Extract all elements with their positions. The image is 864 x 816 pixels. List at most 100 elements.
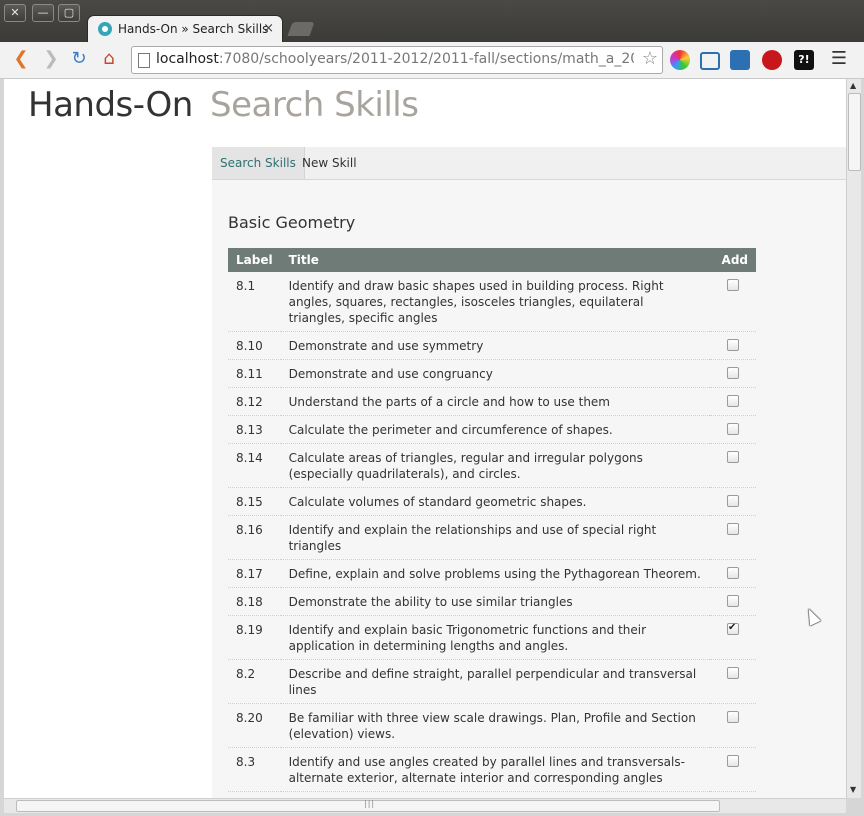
page-viewport: Hands-On Search Skills Search Skills New…	[4, 79, 846, 798]
skill-title: Understand the parts of a circle and how…	[280, 387, 710, 416]
table-row: 8.19 Identify and explain basic Trigonome…	[228, 615, 756, 660]
skill-label: 8.19	[228, 615, 281, 660]
skill-title: Demonstrate and use congruancy	[280, 359, 710, 388]
page-title: Search Skills	[210, 85, 419, 125]
skill-label: 8.18	[228, 587, 281, 616]
skill-label: 8.3	[228, 747, 281, 792]
skill-title: Calculate the perimeter and circumferenc…	[280, 415, 710, 444]
table-row: 8.15 Calculate volumes of standard geomet…	[228, 487, 756, 516]
add-skill-checkbox[interactable]	[727, 495, 739, 507]
add-cell	[710, 387, 756, 416]
browser-toolbar: ❮ ❯ ↻ ⌂ localhost:7080/schoolyears/2011-…	[0, 42, 864, 79]
add-cell	[710, 515, 756, 560]
skill-label: 8.1	[228, 272, 281, 332]
add-cell	[710, 272, 756, 332]
add-skill-checkbox[interactable]	[727, 451, 739, 463]
column-header-label: Label	[228, 248, 281, 272]
skill-title: Calculate volumes of standard geometric …	[280, 487, 710, 516]
add-skill-checkbox[interactable]	[727, 367, 739, 379]
skill-label: 8.13	[228, 415, 281, 444]
menu-icon[interactable]: ☰	[828, 48, 850, 70]
table-row: 8.14 Calculate areas of triangles, regula…	[228, 443, 756, 488]
table-row: 8.17 Define, explain and solve problems u…	[228, 559, 756, 588]
add-skill-checkbox[interactable]	[727, 595, 739, 607]
add-skill-checkbox[interactable]	[727, 711, 739, 723]
skill-title: Identify and draw basic shapes used in b…	[280, 272, 710, 332]
add-cell	[710, 703, 756, 748]
window-maximize-button[interactable]: ▢	[58, 4, 80, 22]
url-text: localhost:7080/schoolyears/2011-2012/201…	[156, 51, 634, 67]
table-row: 8.16 Identify and explain the relationshi…	[228, 515, 756, 560]
skill-label: 8.16	[228, 515, 281, 560]
add-cell	[710, 559, 756, 588]
adblock-icon[interactable]	[762, 50, 782, 70]
skills-table: Label Title Add 8.1 Identify and draw bas…	[228, 248, 756, 798]
table-row: 8.11 Demonstrate and use congruancy	[228, 359, 756, 388]
extension-icon[interactable]	[730, 50, 750, 70]
address-bar[interactable]: localhost:7080/schoolyears/2011-2012/201…	[131, 46, 663, 74]
vertical-scrollbar[interactable]: ▲ ▼	[846, 79, 861, 798]
title-bar: ✕ — ▢ Hands-On » Search Skills ×	[0, 0, 864, 42]
skill-label: 8.20	[228, 703, 281, 748]
tab-new-skill[interactable]: New Skill	[294, 147, 365, 179]
add-cell	[710, 615, 756, 660]
skill-label: 8.10	[228, 331, 281, 360]
add-skill-checkbox[interactable]	[727, 279, 739, 291]
browser-tab[interactable]: Hands-On » Search Skills ×	[88, 16, 282, 42]
back-icon[interactable]: ❮	[10, 48, 32, 70]
add-skill-checkbox[interactable]	[727, 755, 739, 767]
skill-title: Describe and define straight, parallel p…	[280, 659, 710, 704]
vertical-scroll-thumb[interactable]	[848, 93, 861, 171]
page-icon	[138, 53, 150, 68]
forward-icon[interactable]: ❯	[40, 48, 62, 70]
add-skill-checkbox[interactable]	[727, 339, 739, 351]
skill-label: 8.14	[228, 443, 281, 488]
window-minimize-button[interactable]: —	[32, 4, 54, 22]
star-icon[interactable]: ☆	[642, 48, 658, 69]
skill-title: Demonstrate the ability to use similar t…	[280, 587, 710, 616]
table-row: 8.2 Describe and define straight, paralle…	[228, 659, 756, 704]
add-skill-checkbox[interactable]	[727, 667, 739, 679]
add-skill-checkbox[interactable]	[727, 395, 739, 407]
add-cell	[710, 443, 756, 488]
add-cell	[710, 487, 756, 516]
add-cell	[710, 587, 756, 616]
table-row: 8.18 Demonstrate the ability to use simil…	[228, 587, 756, 616]
skill-title: Be familiar with three view scale drawin…	[280, 703, 710, 748]
skill-label: 8.2	[228, 659, 281, 704]
brand-logo[interactable]: Hands-On	[28, 85, 193, 125]
skill-title: Identify and explain basic Trigonometric…	[280, 615, 710, 660]
add-cell	[710, 659, 756, 704]
window-close-button[interactable]: ✕	[4, 4, 26, 22]
tab-close-icon[interactable]: ×	[263, 21, 274, 36]
add-skill-checkbox[interactable]	[727, 523, 739, 535]
skill-title: Define, explain and solve problems using…	[280, 559, 710, 588]
table-row: 8.12 Understand the parts of a circle and…	[228, 387, 756, 416]
new-tab-button[interactable]	[287, 22, 315, 36]
skill-title: Calculate areas of triangles, regular an…	[280, 443, 710, 488]
skill-label: 8.12	[228, 387, 281, 416]
color-picker-extension-icon[interactable]	[670, 50, 690, 70]
scroll-down-icon[interactable]: ▼	[850, 785, 856, 794]
tab-search-skills[interactable]: Search Skills	[212, 147, 305, 179]
scroll-up-icon[interactable]: ▲	[850, 81, 856, 90]
horizontal-scrollbar[interactable]: |||	[4, 798, 846, 813]
add-skill-checkbox[interactable]	[727, 620, 739, 636]
add-skill-checkbox[interactable]	[727, 567, 739, 579]
add-cell	[710, 415, 756, 444]
screen-capture-extension-icon[interactable]	[700, 52, 720, 70]
help-extension-icon[interactable]: ?!	[794, 50, 814, 70]
skill-title: Identify and explain the relationships a…	[280, 515, 710, 560]
add-skill-checkbox[interactable]	[727, 423, 739, 435]
table-row: 8.3 Identify and use angles created by pa…	[228, 747, 756, 792]
reload-icon[interactable]: ↻	[68, 48, 90, 70]
section-title: Basic Geometry	[228, 213, 356, 232]
add-cell	[710, 331, 756, 360]
sub-navigation: Search Skills New Skill	[212, 147, 846, 180]
table-header-row: Label Title Add	[228, 248, 756, 272]
add-cell	[710, 359, 756, 388]
add-cell	[710, 747, 756, 792]
skill-label: 8.17	[228, 559, 281, 588]
home-icon[interactable]: ⌂	[98, 48, 120, 70]
browser-window: ✕ — ▢ Hands-On » Search Skills × ❮ ❯ ↻ ⌂…	[0, 0, 864, 816]
